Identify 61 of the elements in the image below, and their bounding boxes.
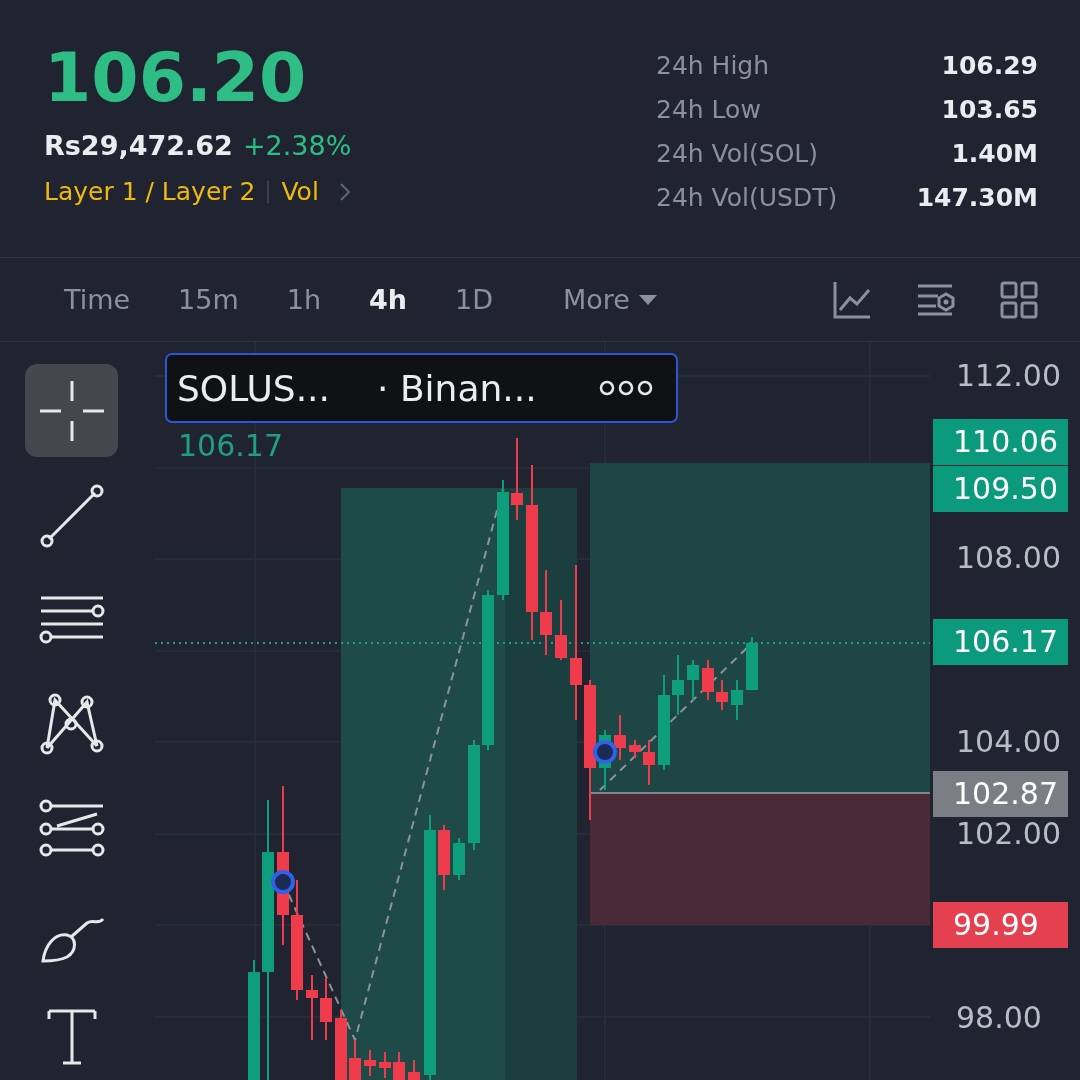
chart-indicator-icon[interactable] (832, 279, 872, 320)
interval-tab[interactable]: 15m (154, 269, 263, 330)
more-options-icon[interactable] (599, 380, 653, 396)
stat-value: 147.30M (916, 182, 1038, 214)
stat-value: 1.40M (951, 138, 1038, 170)
grid-layout-icon[interactable] (1000, 280, 1038, 319)
candle (629, 739, 641, 759)
candle (349, 1039, 361, 1080)
candle (320, 977, 332, 1041)
axis-label: 112.00 (956, 358, 1061, 394)
stat-value: 103.65 (941, 94, 1038, 126)
interval-tab[interactable]: 1D (431, 269, 518, 330)
price-tag: 110.06 (933, 419, 1068, 465)
caret-down-icon (637, 293, 658, 306)
interval-tab[interactable]: 1h (262, 269, 346, 330)
candle (379, 1051, 391, 1079)
axis-label: 98.00 (956, 1000, 1042, 1036)
stat-value: 106.29 (941, 50, 1038, 82)
symbol-name: SOLUS... (177, 367, 331, 409)
interval-tab[interactable]: 4h (345, 269, 432, 330)
interval-tab[interactable]: Time (40, 269, 155, 330)
candle (746, 636, 758, 691)
candle (702, 659, 714, 701)
candle (555, 599, 567, 661)
chevron-right-icon[interactable] (338, 181, 351, 202)
axis-label: 108.00 (956, 540, 1061, 576)
price-tag: 106.17 (933, 619, 1068, 665)
candle (643, 739, 655, 786)
stat-label: 24h Vol(USDT) (656, 182, 838, 214)
candle (716, 679, 728, 711)
candle (453, 837, 465, 881)
candle (672, 654, 684, 716)
anchor-point[interactable] (593, 740, 617, 764)
candle (364, 1049, 376, 1077)
price-change: +2.38% (242, 130, 352, 161)
last-price-label: 106.17 (178, 428, 283, 463)
candle (731, 679, 743, 721)
candle (687, 659, 699, 701)
price-tag: 109.50 (933, 466, 1068, 512)
anchor-point[interactable] (271, 870, 295, 894)
stat-label: 24h High (656, 50, 770, 82)
last-price: 106.20 (44, 38, 308, 118)
axis-label: 104.00 (956, 724, 1061, 760)
fiat-price: Rs29,472.62 (44, 130, 233, 161)
category-link[interactable]: Vol (281, 177, 319, 206)
candle (306, 974, 318, 1041)
exchange-name: · Binan... (377, 367, 538, 409)
candle (408, 1059, 420, 1080)
candle (393, 1051, 405, 1080)
candle (438, 824, 450, 891)
price-tag: 99.99 (933, 902, 1068, 948)
price-tag: 102.87 (933, 771, 1068, 817)
candle (335, 1009, 347, 1080)
symbol-legend[interactable]: SOLUS... · Binan... (165, 353, 678, 423)
crosshair-tool-button[interactable] (25, 364, 118, 457)
stat-label: 24h Vol(SOL) (656, 138, 818, 170)
more-dropdown[interactable]: More (517, 269, 682, 330)
axis-label: 102.00 (956, 816, 1061, 852)
candle (614, 714, 626, 761)
category-link[interactable]: Layer 1 / Layer 2 (44, 177, 256, 206)
stat-label: 24h Low (656, 94, 761, 126)
